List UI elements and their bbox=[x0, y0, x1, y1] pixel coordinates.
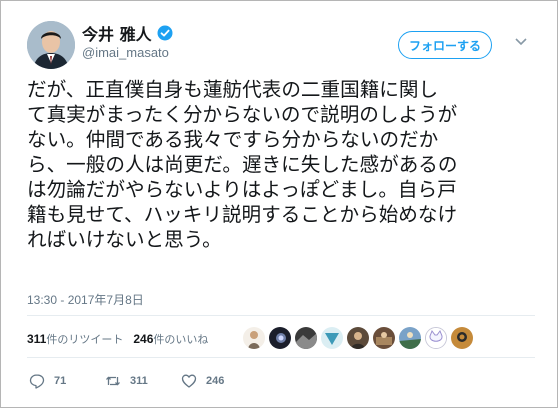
liker-avatars bbox=[243, 327, 473, 349]
divider bbox=[27, 315, 535, 316]
author-avatar[interactable] bbox=[27, 21, 75, 69]
like-count: 246 bbox=[206, 375, 225, 387]
liker-avatar[interactable] bbox=[425, 327, 447, 349]
liker-avatar[interactable] bbox=[269, 327, 291, 349]
retweet-count: 311 bbox=[130, 375, 148, 387]
divider bbox=[27, 357, 535, 358]
tweet-timestamp[interactable]: 13:30 - 2017年7月8日 bbox=[27, 291, 144, 308]
liker-avatar[interactable] bbox=[399, 327, 421, 349]
liker-avatar[interactable] bbox=[451, 327, 473, 349]
likes-stat-count: 246 bbox=[133, 332, 154, 346]
reply-button[interactable]: 71 bbox=[29, 373, 105, 389]
reply-icon bbox=[29, 374, 45, 389]
likes-stat-label: 件のいいね bbox=[153, 333, 209, 346]
retweet-button[interactable]: 311 bbox=[105, 373, 181, 389]
heart-icon bbox=[181, 374, 197, 388]
retweet-icon bbox=[106, 376, 120, 386]
liker-avatar[interactable] bbox=[321, 327, 343, 349]
liker-avatar[interactable] bbox=[373, 327, 395, 349]
retweets-stat-count: 311 bbox=[27, 332, 47, 346]
verified-badge-icon bbox=[157, 25, 173, 41]
like-button[interactable]: 246 bbox=[181, 373, 257, 389]
tweet-text: だが、正直僕自身も蓮舫代表の二重国籍に関し て真実がまったく分からないので説明の… bbox=[27, 78, 458, 251]
liker-avatar[interactable] bbox=[243, 327, 265, 349]
author-display-name[interactable]: 今井 雅人 bbox=[82, 21, 173, 45]
engagement-stats: 311件のリツイート 246件のいいね bbox=[27, 331, 208, 347]
likes-stat[interactable]: 246件のいいね bbox=[133, 331, 208, 347]
tweet-card: 今井 雅人 @imai_masato フォローする だが、正直僕自身も蓮舫代表の… bbox=[0, 0, 558, 408]
follow-button[interactable]: フォローする bbox=[398, 31, 492, 59]
author-handle[interactable]: @imai_masato bbox=[82, 45, 169, 60]
tweet-actions: 71 311 246 bbox=[29, 373, 257, 389]
liker-avatar[interactable] bbox=[347, 327, 369, 349]
chevron-down-icon[interactable] bbox=[514, 37, 528, 47]
author-name-text[interactable]: 今井 雅人 bbox=[82, 21, 152, 45]
retweets-stat-label: 件のリツイート bbox=[46, 333, 124, 346]
reply-count: 71 bbox=[54, 375, 67, 387]
retweets-stat[interactable]: 311件のリツイート bbox=[27, 331, 123, 347]
liker-avatar[interactable] bbox=[295, 327, 317, 349]
